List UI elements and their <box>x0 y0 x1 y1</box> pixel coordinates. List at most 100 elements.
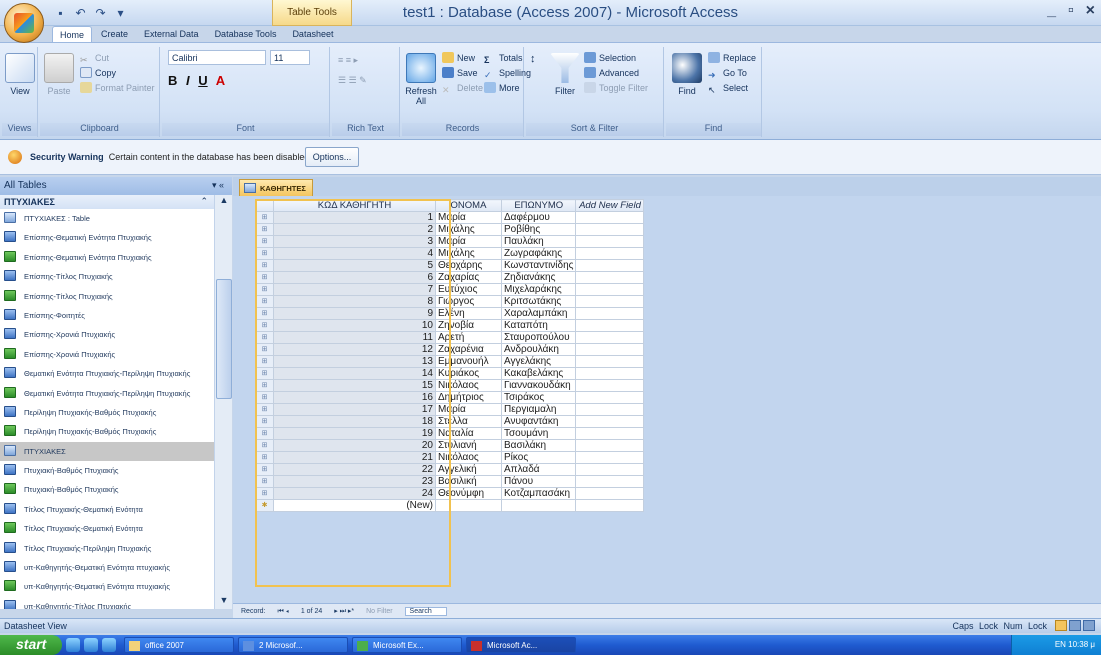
table-cell[interactable]: Στυλιανή <box>435 439 502 452</box>
nav-item[interactable]: Τίτλος Πτυχιακής-Θεματική Ενότητα <box>0 500 214 519</box>
table-cell[interactable] <box>575 403 645 416</box>
table-cell[interactable] <box>575 451 645 464</box>
table-cell[interactable]: 15 <box>273 379 436 392</box>
record-selector[interactable]: ⊞ <box>255 379 274 392</box>
scroll-thumb[interactable] <box>216 279 232 399</box>
table-cell[interactable]: Δαφέρμου <box>500 211 577 224</box>
record-selector[interactable]: ⊞ <box>255 427 274 440</box>
start-button[interactable]: start <box>0 635 62 655</box>
copy-button[interactable]: Copy <box>80 66 116 81</box>
table-cell[interactable]: 23 <box>273 475 436 488</box>
taskbar-item[interactable]: Microsoft Ac... <box>466 637 576 653</box>
delete-record-button[interactable]: ✕ Delete <box>442 81 483 96</box>
table-cell[interactable]: 3 <box>273 235 436 248</box>
column-header[interactable]: ΟΝΟΜΑ <box>435 199 502 212</box>
table-cell[interactable]: Γιαννακουδάκη <box>500 379 577 392</box>
table-cell[interactable]: 21 <box>273 451 436 464</box>
selection-button[interactable]: Selection <box>584 51 636 66</box>
nav-item[interactable]: Πτυχιακή-Βαθμός Πτυχιακής <box>0 480 214 499</box>
nav-pane-shutter-icon[interactable]: ▾ « <box>212 180 224 191</box>
table-cell[interactable]: Νικόλαος <box>435 379 502 392</box>
table-cell[interactable] <box>500 499 577 512</box>
table-cell[interactable]: Μαρία <box>435 403 502 416</box>
table-cell[interactable] <box>575 415 645 428</box>
filter-button[interactable]: Filter <box>548 53 582 96</box>
nav-item[interactable]: Θεματική Ενότητα Πτυχιακής-Περίληψη Πτυχ… <box>0 384 214 403</box>
font-name-box[interactable]: Calibri <box>168 50 266 65</box>
list-buttons[interactable]: ☰ ☰ ✎ <box>338 73 367 88</box>
table-cell[interactable]: Ζαχαρένια <box>435 343 502 356</box>
tab-external-data[interactable]: External Data <box>137 26 206 43</box>
indent-buttons[interactable]: ≡ ≡ ▸ <box>338 53 358 68</box>
table-cell[interactable]: Ευτύχιος <box>435 283 502 296</box>
document-tab[interactable]: ΚΑΘΗΓΗΤΕΣ <box>239 179 313 196</box>
record-selector[interactable]: ⊞ <box>255 475 274 488</box>
table-cell[interactable]: Κριτσωτάκης <box>500 295 577 308</box>
table-cell[interactable]: Χαραλαμπάκη <box>500 307 577 320</box>
table-cell[interactable]: Ζωγραφάκης <box>500 247 577 260</box>
nav-first-prev-icon[interactable]: ⏮ ◂ <box>277 608 288 615</box>
quick-launch-icon[interactable] <box>84 638 98 652</box>
new-record-selector[interactable]: ✱ <box>255 499 274 512</box>
table-cell[interactable] <box>575 307 645 320</box>
nav-item[interactable]: Επίσπης-Χρονιά Πτυχιακής <box>0 325 214 344</box>
tab-create[interactable]: Create <box>94 26 135 43</box>
table-cell[interactable]: Στέλλα <box>435 415 502 428</box>
cut-button[interactable]: ✂ Cut <box>80 51 109 66</box>
record-selector[interactable]: ⊞ <box>255 295 274 308</box>
table-cell[interactable] <box>575 235 645 248</box>
record-selector[interactable]: ⊞ <box>255 355 274 368</box>
table-cell[interactable] <box>575 283 645 296</box>
nav-item[interactable]: ΠΤΥΧΙΑΚΕΣ <box>0 441 214 462</box>
table-cell[interactable]: 12 <box>273 343 436 356</box>
minimize-button[interactable]: _ <box>1047 2 1056 20</box>
table-cell[interactable] <box>575 223 645 236</box>
table-cell[interactable] <box>575 343 645 356</box>
table-cell[interactable]: 18 <box>273 415 436 428</box>
table-cell[interactable]: 11 <box>273 331 436 344</box>
table-cell[interactable]: 24 <box>273 487 436 500</box>
record-selector[interactable]: ⊞ <box>255 439 274 452</box>
sort-buttons[interactable]: ↕ <box>530 53 542 68</box>
nav-item[interactable]: Πτυχιακή-Βαθμός Πτυχιακής <box>0 461 214 480</box>
table-cell[interactable]: Παυλάκη <box>500 235 577 248</box>
nav-item[interactable]: υπ-Καθηγητής-Θεματική Ενότητα πτυχιακής <box>0 558 214 577</box>
nav-next-last-icon[interactable]: ▸ ⏭ ▸* <box>334 608 354 615</box>
scroll-up-icon[interactable]: ▲ <box>216 195 232 209</box>
nav-item[interactable]: Περίληψη Πτυχιακής-Βαθμός Πτυχιακής <box>0 422 214 441</box>
record-selector[interactable]: ⊞ <box>255 391 274 404</box>
taskbar-item[interactable]: Microsoft Ex... <box>352 637 462 653</box>
nav-item[interactable]: Επίσπης-Τίτλος Πτυχιακής <box>0 267 214 286</box>
table-cell[interactable] <box>575 487 645 500</box>
nav-scrollbar[interactable]: ▲ ▼ <box>214 195 232 609</box>
record-selector[interactable]: ⊞ <box>255 331 274 344</box>
table-cell[interactable]: 2 <box>273 223 436 236</box>
table-cell[interactable]: 7 <box>273 283 436 296</box>
table-cell[interactable]: Θεοχάρης <box>435 259 502 272</box>
table-cell[interactable]: 17 <box>273 403 436 416</box>
table-cell[interactable]: Ροβίθης <box>500 223 577 236</box>
table-cell[interactable]: Αγγελάκης <box>500 355 577 368</box>
table-cell[interactable]: Κακαβελάκης <box>500 367 577 380</box>
totals-button[interactable]: Σ Totals <box>484 51 523 66</box>
table-cell[interactable] <box>575 391 645 404</box>
nav-item[interactable]: Επίσπης-Χρονιά Πτυχιακής <box>0 345 214 364</box>
table-cell[interactable]: Μιχάλης <box>435 247 502 260</box>
no-filter-indicator[interactable]: No Filter <box>366 608 392 615</box>
record-selector[interactable]: ⊞ <box>255 211 274 224</box>
design-view-icon[interactable] <box>1083 620 1095 631</box>
tab-datasheet[interactable]: Datasheet <box>285 26 340 43</box>
table-cell[interactable] <box>575 295 645 308</box>
record-selector[interactable]: ⊞ <box>255 307 274 320</box>
table-cell[interactable]: 8 <box>273 295 436 308</box>
font-format-buttons[interactable]: B I U A <box>168 73 225 88</box>
table-cell[interactable] <box>575 331 645 344</box>
record-selector[interactable]: ⊞ <box>255 343 274 356</box>
column-header[interactable]: ΕΠΩΝΥΜΟ <box>500 199 577 212</box>
table-cell[interactable] <box>575 379 645 392</box>
record-selector[interactable]: ⊞ <box>255 367 274 380</box>
table-cell[interactable]: 4 <box>273 247 436 260</box>
close-button[interactable]: × <box>1086 2 1095 20</box>
nav-item[interactable]: Περίληψη Πτυχιακής-Βαθμός Πτυχιακής <box>0 403 214 422</box>
paste-button[interactable]: Paste <box>42 53 76 96</box>
